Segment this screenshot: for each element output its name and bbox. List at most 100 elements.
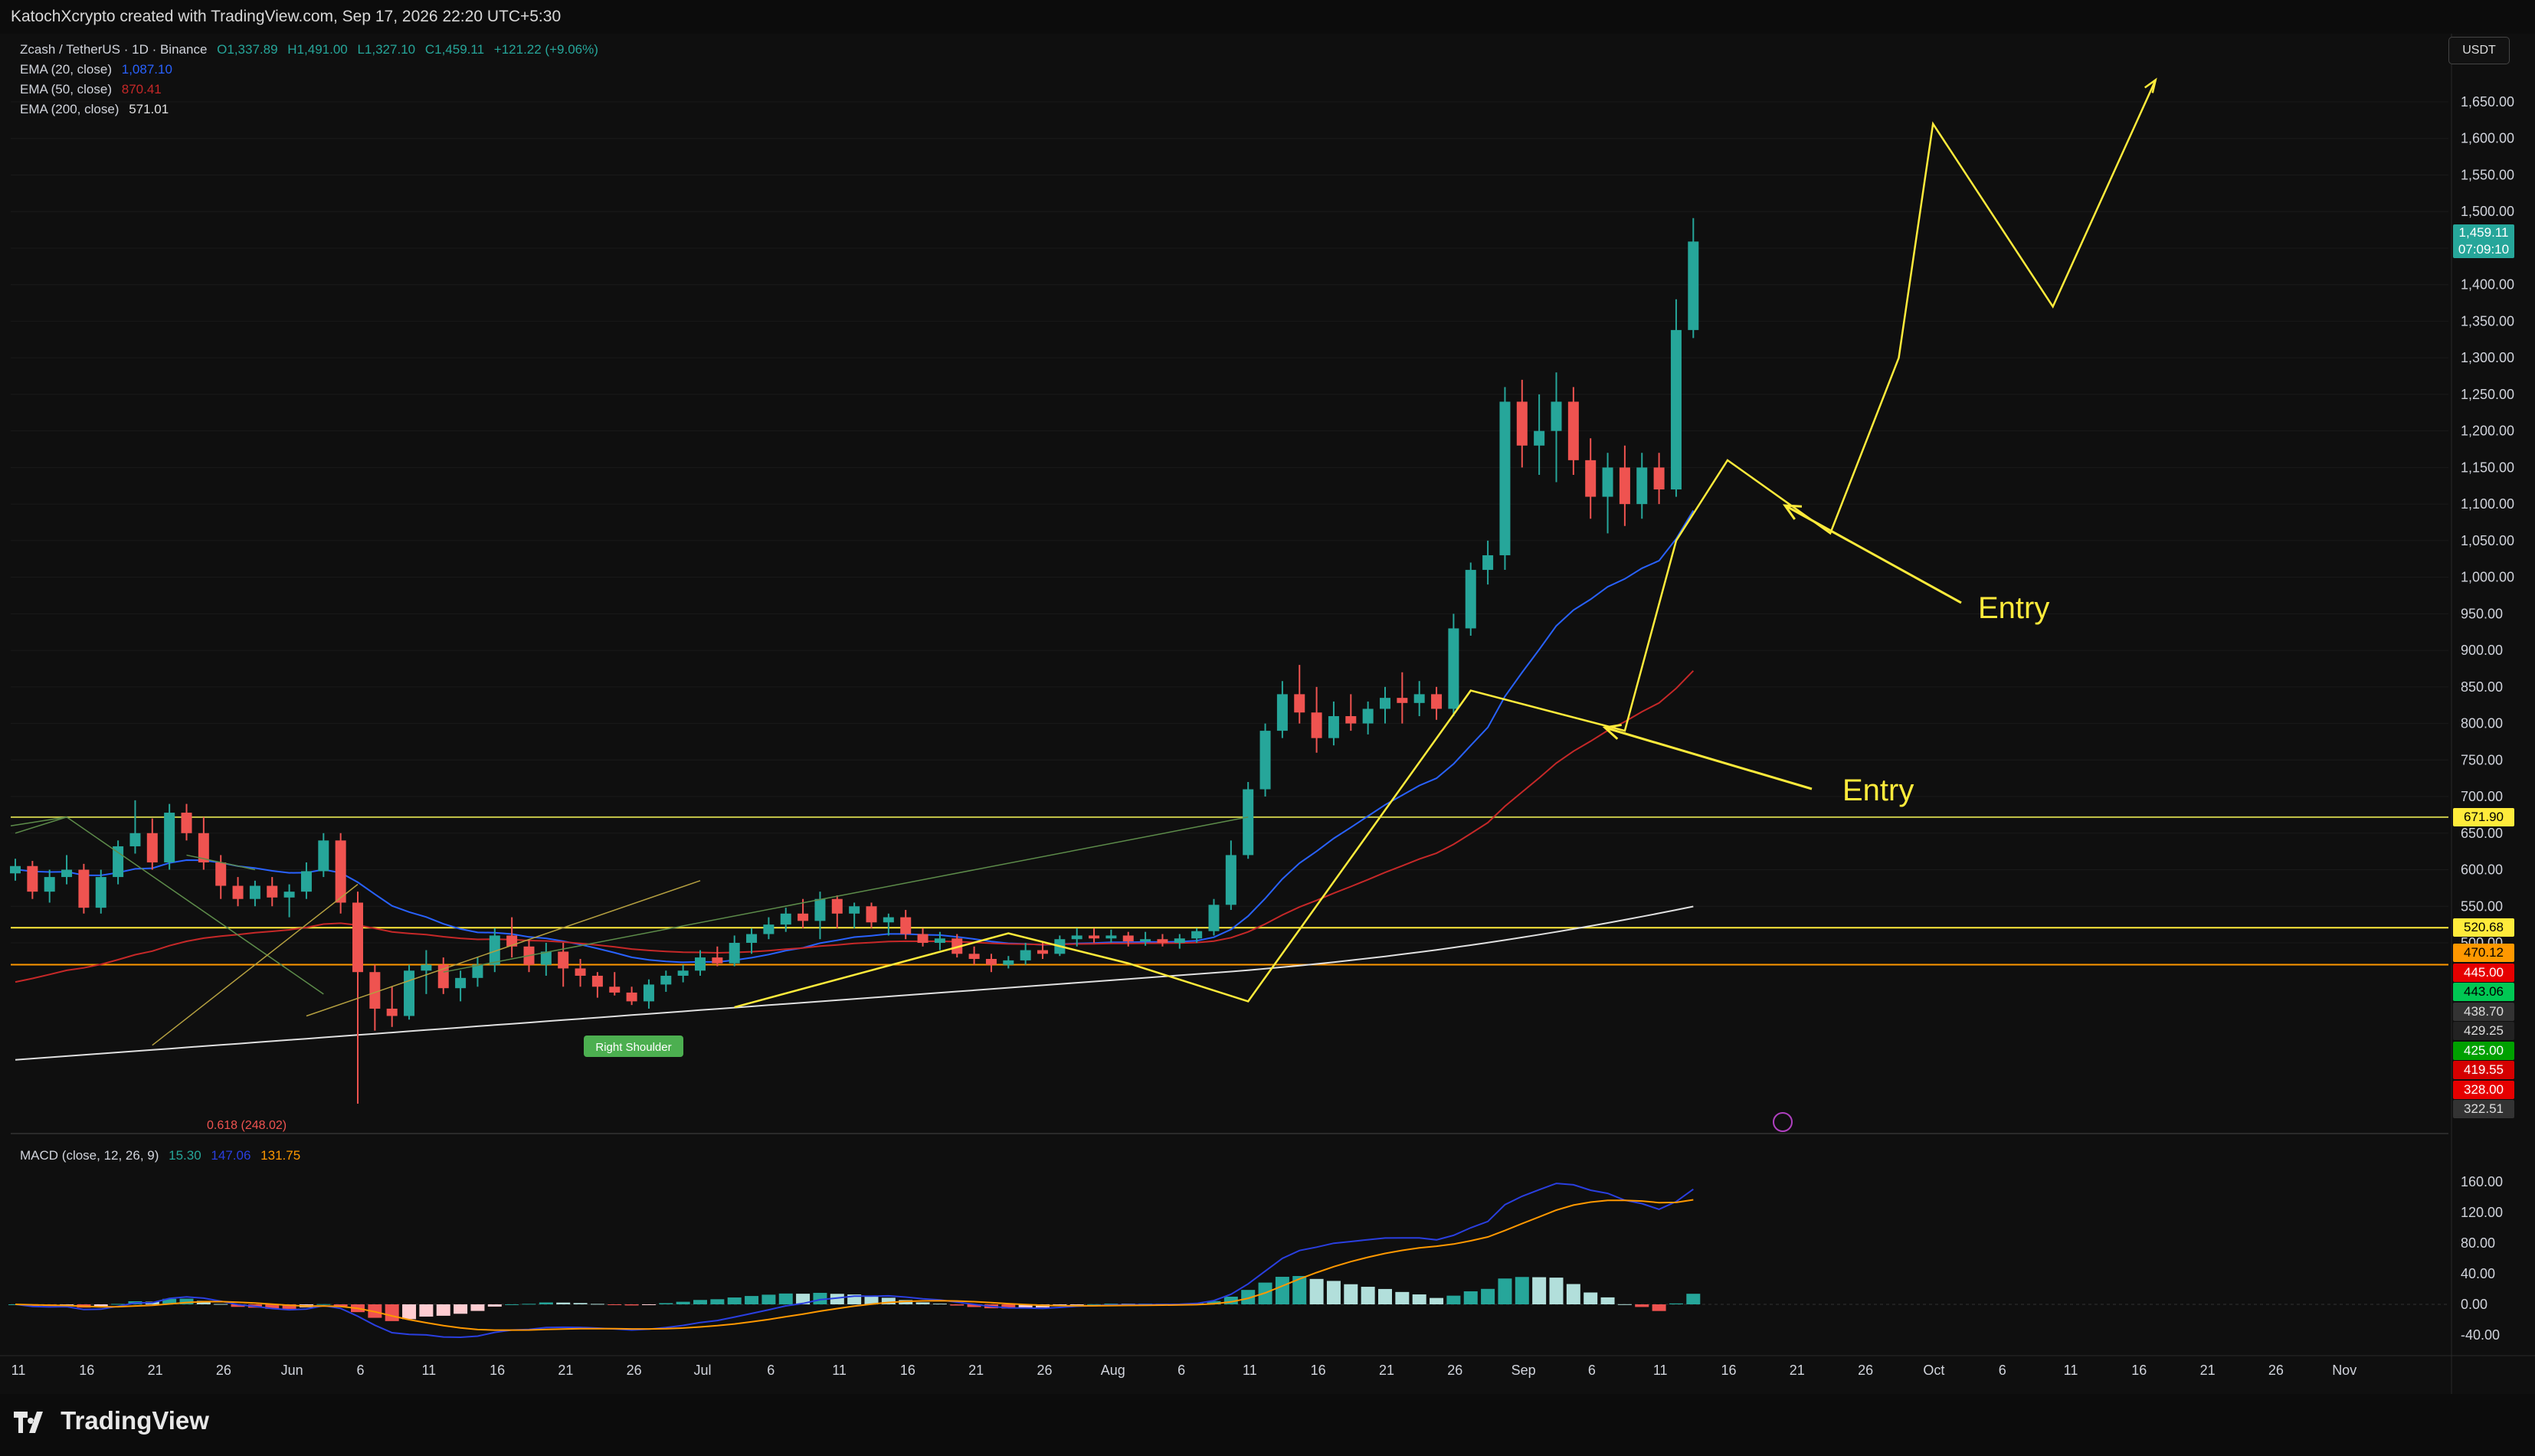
open-value: O1,337.89 bbox=[217, 42, 278, 57]
candles bbox=[10, 218, 1699, 1104]
candle-body bbox=[643, 984, 654, 1002]
time-tick-label: 21 bbox=[558, 1363, 573, 1378]
candle-body bbox=[575, 968, 586, 976]
change-value: +121.22 (+9.06%) bbox=[493, 42, 598, 57]
candle-body bbox=[455, 977, 467, 989]
annotations: Entry Entry Right Shoulder 0.618 (248.02) bbox=[207, 504, 2049, 1132]
macd-histogram-bar bbox=[761, 1294, 776, 1304]
ema50-legend-row[interactable]: EMA (50, close) 870.41 bbox=[20, 80, 604, 100]
macd-histogram-bar bbox=[454, 1304, 468, 1314]
indicator-legend: Zcash / TetherUS · 1D · Binance O1,337.8… bbox=[20, 40, 604, 119]
ema200-value: 571.01 bbox=[129, 102, 169, 116]
price-level-label: 443.06 bbox=[2453, 983, 2514, 1001]
price-tick-label: 650.00 bbox=[2461, 826, 2503, 841]
neckline bbox=[15, 816, 67, 834]
ema200-label: EMA (200, close) bbox=[20, 102, 120, 116]
candle-body bbox=[113, 846, 124, 878]
last-price-label: 1,459.11 07:09:10 bbox=[2453, 224, 2514, 259]
time-tick-label: 16 bbox=[1721, 1363, 1736, 1378]
price-tick-label: 550.00 bbox=[2461, 898, 2503, 914]
candle-body bbox=[146, 833, 158, 862]
candle-body bbox=[1174, 938, 1185, 943]
tradingview-brand[interactable]: TradingView bbox=[14, 1406, 209, 1435]
macd-histogram-bar bbox=[316, 1304, 331, 1305]
candle-body bbox=[831, 898, 843, 914]
price-tick-label: 1,300.00 bbox=[2461, 350, 2514, 365]
candle-body bbox=[78, 869, 90, 908]
candle-body bbox=[763, 924, 775, 934]
price-tick-label: 1,250.00 bbox=[2461, 387, 2514, 402]
time-tick-label: 16 bbox=[490, 1363, 505, 1378]
candle-body bbox=[421, 964, 432, 971]
fib-label: 0.618 (248.02) bbox=[207, 1119, 287, 1132]
macd-histogram-bar bbox=[214, 1304, 228, 1305]
candle-body bbox=[1516, 401, 1528, 446]
candle-body bbox=[1619, 467, 1630, 505]
candle-body bbox=[318, 840, 329, 872]
tradingview-logo-icon bbox=[14, 1412, 43, 1434]
price-level-label: 429.25 bbox=[2453, 1022, 2514, 1040]
time-tick-label: 6 bbox=[356, 1363, 364, 1378]
macd-histogram-bar bbox=[745, 1296, 759, 1304]
price-tick-label: 1,500.00 bbox=[2461, 204, 2514, 219]
candle-body bbox=[181, 813, 192, 833]
candle-body bbox=[917, 934, 929, 943]
candle-body bbox=[1362, 708, 1374, 724]
candle-body bbox=[1688, 241, 1699, 330]
price-tick-label: 1,200.00 bbox=[2461, 424, 2514, 439]
price-chart[interactable]: 1,650.001,600.001,550.001,500.001,450.00… bbox=[0, 34, 2535, 1394]
brand-name: TradingView bbox=[61, 1406, 209, 1435]
macd-value-signal: 131.75 bbox=[260, 1148, 301, 1163]
price-tick-label: 1,550.00 bbox=[2461, 167, 2514, 182]
candle-body bbox=[44, 877, 55, 892]
candle-body bbox=[1602, 467, 1613, 497]
macd-histogram-bar bbox=[556, 1302, 571, 1304]
macd-histogram-bar bbox=[1635, 1304, 1649, 1307]
price-tick-label: 600.00 bbox=[2461, 862, 2503, 878]
candle-body bbox=[1585, 460, 1597, 497]
ema200-legend-row[interactable]: EMA (200, close) 571.01 bbox=[20, 100, 604, 119]
macd-histogram-bar bbox=[419, 1304, 434, 1317]
ema20-legend-row[interactable]: EMA (20, close) 1,087.10 bbox=[20, 60, 604, 80]
time-tick-label: 26 bbox=[1858, 1363, 1873, 1378]
macd-tick-label: -40.00 bbox=[2461, 1327, 2500, 1343]
symbol-title[interactable]: Zcash / TetherUS · 1D · Binance bbox=[20, 42, 207, 57]
macd-histogram-bar bbox=[1686, 1294, 1701, 1304]
candle-body bbox=[215, 862, 227, 886]
bottom-bar bbox=[0, 1394, 2535, 1456]
symbol-legend-row[interactable]: Zcash / TetherUS · 1D · Binance O1,337.8… bbox=[20, 40, 604, 60]
price-tick-label: 950.00 bbox=[2461, 606, 2503, 621]
entry-arrow-2 bbox=[1604, 726, 1813, 790]
price-tick-label: 1,400.00 bbox=[2461, 277, 2514, 293]
price-level-label: 520.68 bbox=[2453, 918, 2514, 937]
candle-body bbox=[27, 865, 38, 892]
entry-label-2: Entry bbox=[1842, 774, 1914, 807]
macd-pane bbox=[8, 1133, 2448, 1339]
macd-legend[interactable]: MACD (close, 12, 26, 9) 15.30 147.06 131… bbox=[20, 1146, 306, 1166]
candle-body bbox=[1482, 555, 1494, 571]
currency-button[interactable]: USDT bbox=[2448, 37, 2510, 64]
price-tick-label: 800.00 bbox=[2461, 716, 2503, 731]
candle-body bbox=[1397, 698, 1408, 703]
candle-body bbox=[1276, 694, 1288, 731]
candle-body bbox=[814, 898, 826, 921]
macd-value-hist: 15.30 bbox=[169, 1148, 201, 1163]
macd-histogram-bar bbox=[487, 1304, 502, 1307]
price-tick-label: 1,100.00 bbox=[2461, 496, 2514, 512]
macd-histogram-bar bbox=[1412, 1294, 1426, 1304]
macd-histogram-bar bbox=[436, 1304, 450, 1316]
macd-histogram-bar bbox=[1430, 1297, 1444, 1304]
macd-histogram-bar bbox=[778, 1293, 793, 1304]
low-value: L1,327.10 bbox=[357, 42, 416, 57]
candle-body bbox=[164, 813, 175, 862]
time-tick-label: 11 bbox=[421, 1363, 436, 1378]
candle-body bbox=[1431, 694, 1443, 709]
candle-body bbox=[335, 840, 346, 903]
candle-body bbox=[1636, 467, 1648, 505]
macd-histogram-bar bbox=[950, 1304, 965, 1306]
macd-histogram-bar bbox=[402, 1304, 417, 1320]
price-tick-label: 1,600.00 bbox=[2461, 131, 2514, 146]
time-tick-label: 11 bbox=[2064, 1363, 2078, 1378]
macd-tick-label: 80.00 bbox=[2461, 1235, 2495, 1251]
candle-body bbox=[1499, 401, 1511, 555]
